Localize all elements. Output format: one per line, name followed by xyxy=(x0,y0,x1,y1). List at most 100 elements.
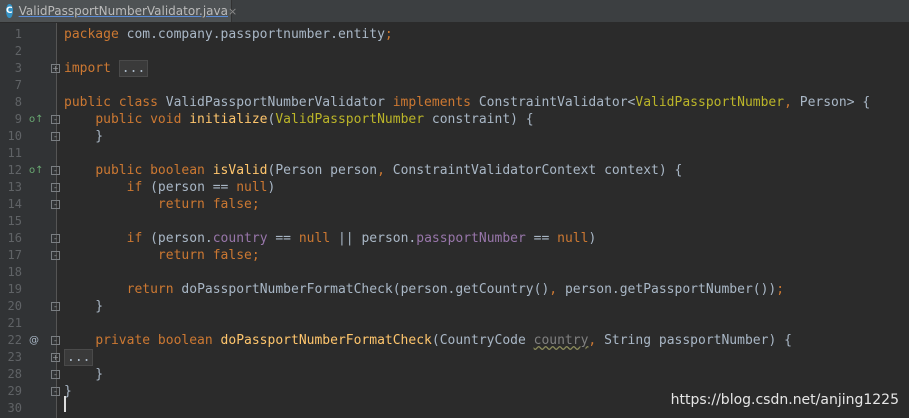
code-token: public boolean xyxy=(95,163,213,178)
code-line[interactable]: if (person.country == null || person.pas… xyxy=(64,230,597,247)
override-marker-icon[interactable]: o↑ xyxy=(29,111,44,128)
code-line[interactable]: public class ValidPassportNumberValidato… xyxy=(64,94,870,111)
code-token: return false; xyxy=(157,248,260,263)
code-token: public void xyxy=(95,112,190,127)
fold-collapse-icon[interactable]: - xyxy=(51,166,60,175)
code-token: , xyxy=(549,282,565,297)
file-tab[interactable]: C ValidPassportNumberValidator.java × xyxy=(0,0,237,22)
code-line[interactable]: } xyxy=(64,128,103,145)
line-number: 28 xyxy=(7,367,22,381)
line-number: 17 xyxy=(7,248,22,262)
code-line[interactable]: return doPassportNumberFormatCheck(perso… xyxy=(64,281,784,298)
line-number: 10 xyxy=(7,129,22,143)
line-number: 30 xyxy=(7,401,22,415)
code-line[interactable]: import ... xyxy=(64,60,149,77)
code-token: import xyxy=(64,61,119,76)
code-token: private boolean xyxy=(95,333,221,348)
fold-collapse-icon[interactable]: - xyxy=(51,387,60,396)
code-token: return false; xyxy=(157,197,260,212)
line-number: 18 xyxy=(7,265,22,279)
code-line[interactable]: package com.company.passportnumber.entit… xyxy=(64,26,393,43)
code-token: } xyxy=(64,299,104,314)
line-number: 8 xyxy=(14,95,22,109)
code-token: null xyxy=(236,180,268,195)
code-line[interactable]: return false; xyxy=(64,196,260,213)
code-token: == xyxy=(275,231,299,246)
line-number: 13 xyxy=(7,180,22,194)
text-caret xyxy=(64,396,66,412)
fold-collapse-icon[interactable]: - xyxy=(51,132,60,141)
line-number: 29 xyxy=(7,384,22,398)
code-token: , xyxy=(588,333,605,348)
fold-expand-icon[interactable]: + xyxy=(51,353,60,362)
fold-collapse-icon[interactable]: - xyxy=(51,251,60,260)
code-token: == xyxy=(533,231,558,246)
code-token: if xyxy=(126,180,151,195)
line-number: 9 xyxy=(14,112,22,126)
code-token: constraint) { xyxy=(431,112,534,127)
code-token: (person. xyxy=(150,231,213,246)
fold-expand-icon[interactable]: + xyxy=(51,64,60,73)
code-token: return xyxy=(126,282,182,297)
code-line[interactable]: public void initialize(ValidPassportNumb… xyxy=(64,111,534,128)
code-line[interactable]: } xyxy=(64,298,103,315)
code-token: || person. xyxy=(337,231,417,246)
code-line[interactable]: } xyxy=(64,366,103,383)
java-class-icon: C xyxy=(6,4,13,18)
line-number: 21 xyxy=(7,316,22,330)
fold-collapse-icon[interactable]: - xyxy=(51,370,60,379)
code-token: public class xyxy=(64,95,166,110)
code-line[interactable]: private boolean doPassportNumberFormatCh… xyxy=(64,332,792,349)
code-token: package xyxy=(64,27,127,42)
code-token: ) xyxy=(588,231,597,246)
code-token: ) xyxy=(267,180,276,195)
editor-tab-bar: C ValidPassportNumberValidator.java × xyxy=(0,0,909,23)
code-token: ... xyxy=(118,60,149,77)
code-token: , xyxy=(784,95,800,110)
code-token: passportNumber xyxy=(416,231,534,246)
code-token: null xyxy=(557,231,589,246)
code-token: (CountryCode xyxy=(431,333,534,348)
line-number: 15 xyxy=(7,214,22,228)
fold-collapse-icon[interactable]: - xyxy=(51,336,60,345)
line-number: 2 xyxy=(14,44,22,58)
watermark: https://blog.csdn.net/anjing1225 xyxy=(670,392,899,408)
code-line[interactable]: public boolean isValid(Person person, Co… xyxy=(64,162,682,179)
code-token: } xyxy=(64,367,104,382)
code-token: com.company.passportnumber.entity xyxy=(126,27,385,42)
code-token: doPassportNumberFormatCheck xyxy=(220,333,432,348)
code-token: ; xyxy=(776,282,785,297)
code-token: implements xyxy=(392,95,479,110)
code-line[interactable]: ... xyxy=(64,349,94,366)
line-number: 11 xyxy=(7,146,22,160)
code-line[interactable]: return false; xyxy=(64,247,260,264)
line-number: 7 xyxy=(14,78,22,92)
close-tab-icon[interactable]: × xyxy=(228,5,237,18)
code-line[interactable]: if (person == null) xyxy=(64,179,276,196)
fold-collapse-icon[interactable]: - xyxy=(51,302,60,311)
fold-collapse-icon[interactable]: - xyxy=(51,183,60,192)
line-number: 3 xyxy=(14,61,22,75)
code-token: } xyxy=(64,129,104,144)
fold-collapse-icon[interactable]: - xyxy=(51,200,60,209)
fold-collapse-icon[interactable]: - xyxy=(51,234,60,243)
code-token: , xyxy=(377,163,393,178)
line-number: 23 xyxy=(7,350,22,364)
code-token: String passportNumber) { xyxy=(604,333,792,348)
override-marker-icon[interactable]: o↑ xyxy=(29,162,44,179)
annotation-marker-icon[interactable]: @ xyxy=(29,332,39,349)
fold-collapse-icon[interactable]: - xyxy=(51,115,60,124)
line-number: 20 xyxy=(7,299,22,313)
code-token: ValidPassportNumber xyxy=(275,112,432,127)
code-token: ConstraintValidator< xyxy=(478,95,636,110)
code-editor[interactable]: package com.company.passportnumber.entit… xyxy=(57,23,909,418)
code-token: ValidPassportNumberValidator xyxy=(165,95,393,110)
code-token: country xyxy=(533,333,589,348)
line-number: 14 xyxy=(7,197,22,211)
